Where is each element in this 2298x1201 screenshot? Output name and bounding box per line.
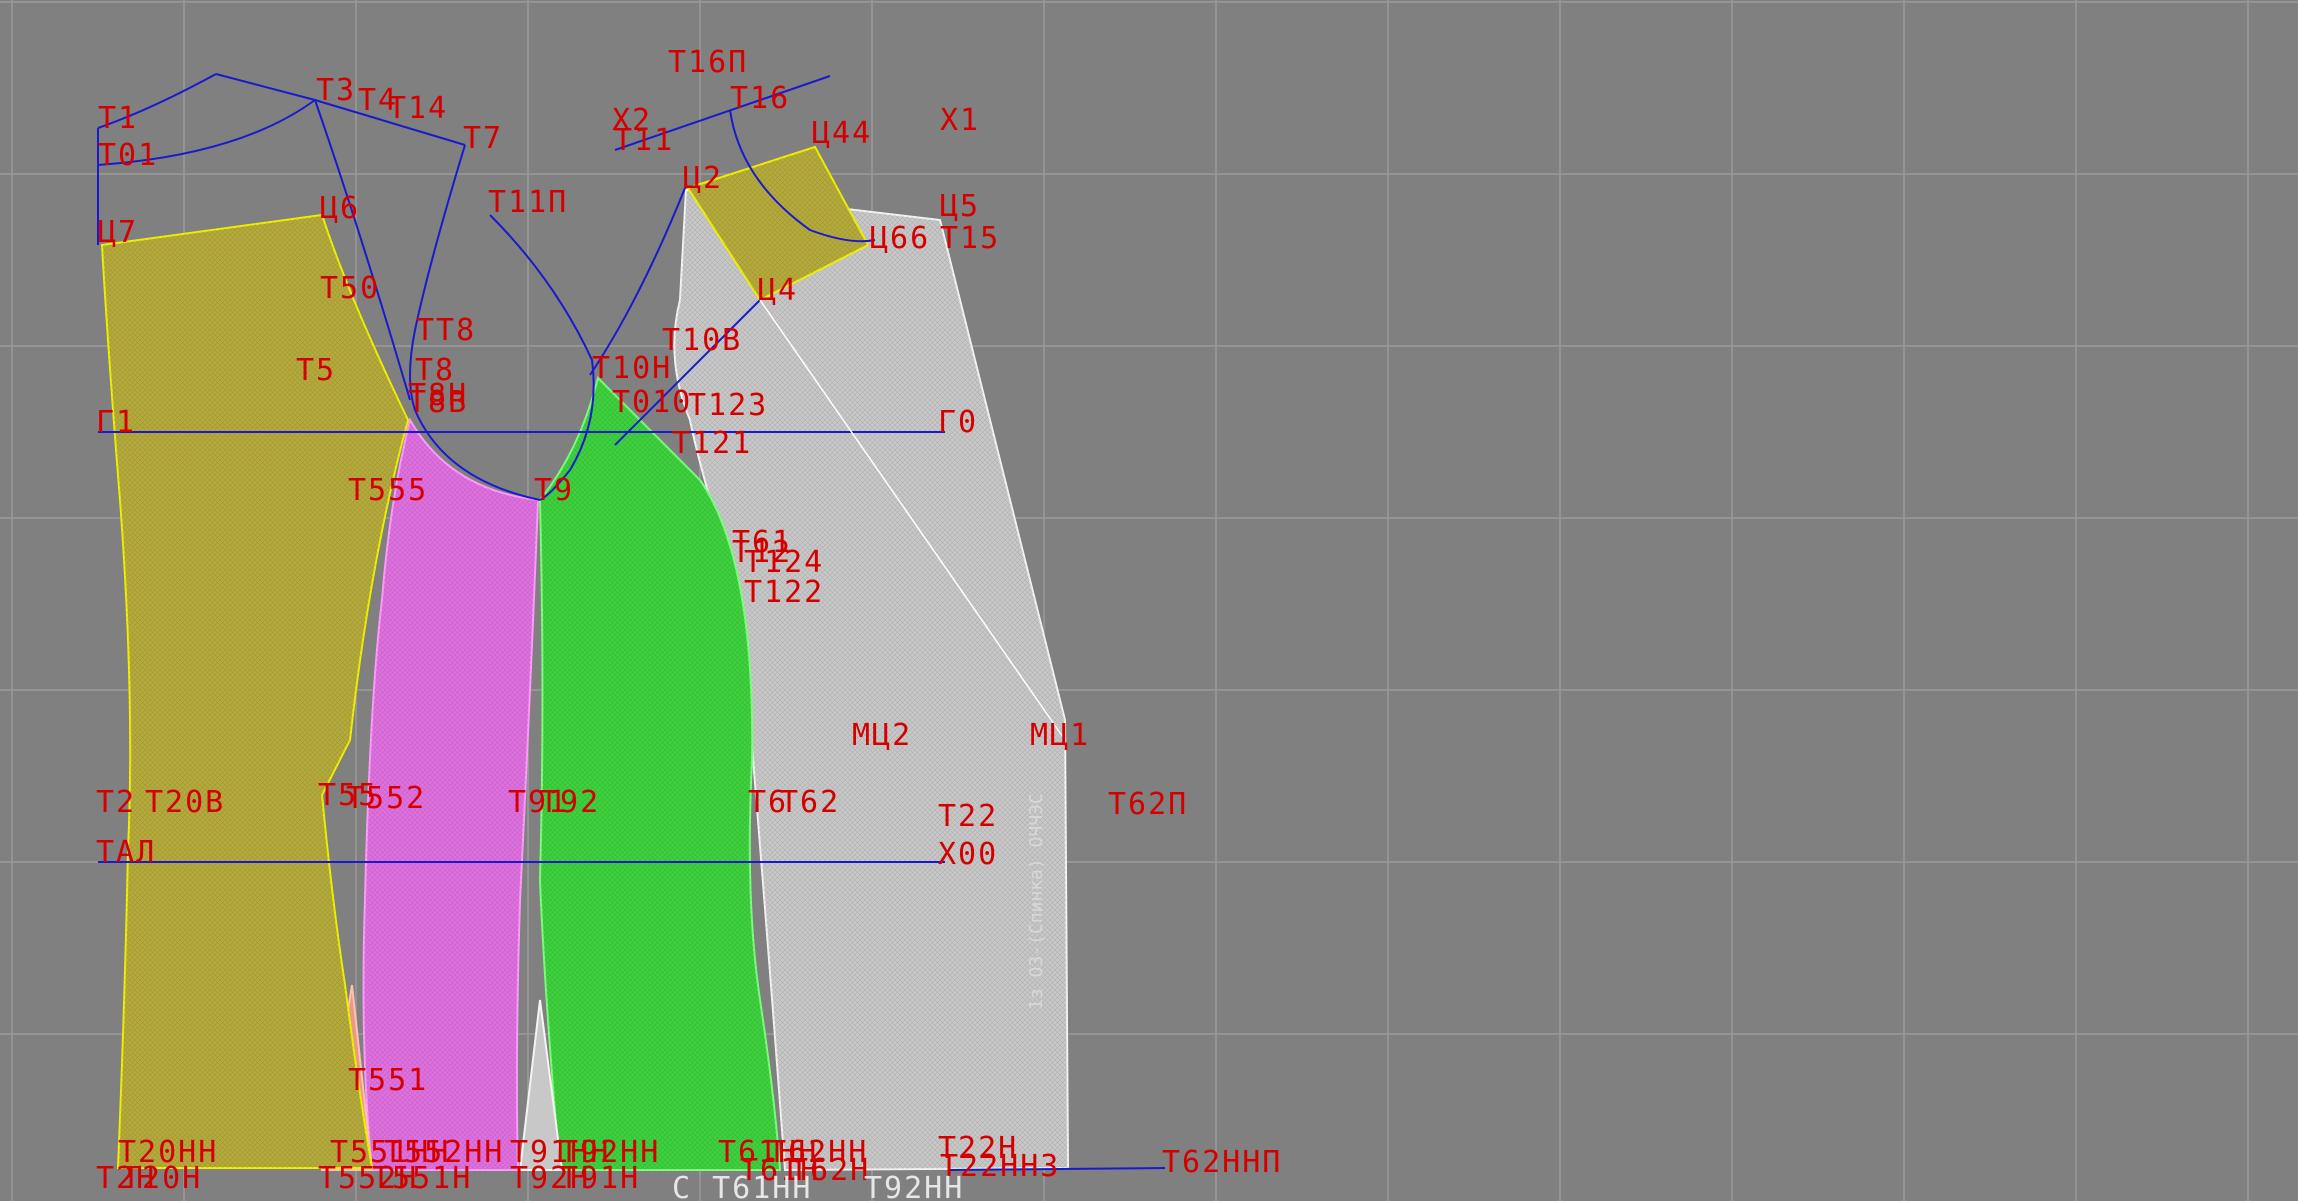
lbl-t22[interactable]: Т22 bbox=[938, 799, 998, 834]
lbl-t551n[interactable]: Т551Н bbox=[372, 1161, 472, 1196]
lbl-t9[interactable]: Т9 bbox=[534, 473, 574, 508]
lbl-t91n[interactable]: Т91Н bbox=[560, 1161, 640, 1196]
lbl-t10n[interactable]: Т10Н bbox=[592, 351, 672, 386]
lbl-t555[interactable]: Т555 bbox=[348, 473, 428, 508]
lbl-t552[interactable]: Т552 bbox=[346, 781, 426, 816]
lbl-t010[interactable]: Т010 bbox=[612, 385, 692, 420]
pattern-canvas[interactable]: 1з ОЗ-(Спинка) ОЧЧЭС Т1Т01Т3 Т4Т14Т7Ц7Ц6Т… bbox=[0, 0, 2298, 1201]
lbl-g1[interactable]: Г1 bbox=[96, 405, 136, 440]
lbl-t16p[interactable]: Т16П bbox=[668, 45, 748, 80]
lbl-t15[interactable]: Т15 bbox=[940, 221, 1000, 256]
vertical-annotation: 1з ОЗ-(Спинка) ОЧЧЭС bbox=[1026, 793, 1047, 1010]
lbl-tal[interactable]: ТАЛ bbox=[96, 835, 156, 870]
lbl-t92hh[interactable]: Т92НН bbox=[864, 1171, 964, 1201]
lbl-t7[interactable]: Т7 bbox=[463, 121, 503, 156]
lbl-ts5[interactable]: Ц5 bbox=[940, 189, 980, 224]
lbl-ts2[interactable]: Ц2 bbox=[683, 161, 723, 196]
lbl-t62[interactable]: Т62 bbox=[780, 785, 840, 820]
yellow-back-panel-mesh bbox=[102, 215, 408, 1168]
lbl-t11[interactable]: Т11 bbox=[614, 123, 674, 158]
lbl-t8v[interactable]: Т8В bbox=[408, 385, 468, 420]
lbl-t5[interactable]: Т5 bbox=[296, 353, 336, 388]
lbl-t92[interactable]: Т92 bbox=[540, 785, 600, 820]
lbl-g0[interactable]: Г0 bbox=[938, 405, 978, 440]
lbl-kh1[interactable]: Х1 bbox=[940, 103, 980, 138]
lbl-t01[interactable]: Т01 bbox=[98, 138, 158, 173]
lbl-ts44[interactable]: Ц44 bbox=[812, 116, 872, 151]
lbl-ts6[interactable]: Ц6 bbox=[320, 191, 360, 226]
lbl-t10v[interactable]: Т10В bbox=[662, 323, 742, 358]
lbl-t2[interactable]: Т2 bbox=[96, 785, 136, 820]
lbl-t50[interactable]: Т50 bbox=[320, 271, 380, 306]
lbl-t20n[interactable]: Т20Н bbox=[122, 1161, 202, 1196]
lbl-t20v[interactable]: Т20В bbox=[145, 785, 225, 820]
lbl-t121[interactable]: Т121 bbox=[672, 426, 752, 461]
lbl-mts2[interactable]: МЦ2 bbox=[852, 718, 912, 753]
lbl-t14[interactable]: Т14 bbox=[388, 91, 448, 126]
lbl-t16[interactable]: Т16 bbox=[730, 81, 790, 116]
lbl-ts4[interactable]: Ц4 bbox=[758, 273, 798, 308]
lbl-t3[interactable]: Т3 bbox=[316, 73, 356, 108]
lbl-t62nnp[interactable]: Т62ННП bbox=[1162, 1145, 1282, 1180]
lbl-t11p[interactable]: Т11П bbox=[488, 185, 568, 220]
lbl-t62p[interactable]: Т62П bbox=[1108, 787, 1188, 822]
lbl-tt8[interactable]: ТТ8 bbox=[416, 313, 476, 348]
lbl-t551[interactable]: Т551 bbox=[348, 1063, 428, 1098]
lbl-kh00[interactable]: Х00 bbox=[938, 837, 998, 872]
lbl-ts7[interactable]: Ц7 bbox=[98, 215, 138, 250]
lbl-ts66[interactable]: Ц66 bbox=[870, 221, 930, 256]
lbl-t1[interactable]: Т1 bbox=[98, 101, 138, 136]
lbl-s-t61hh[interactable]: С Т61НН bbox=[672, 1171, 812, 1201]
lbl-t123[interactable]: Т123 bbox=[688, 388, 768, 423]
lbl-mts1[interactable]: МЦ1 bbox=[1030, 718, 1090, 753]
lbl-t122[interactable]: Т122 bbox=[744, 575, 824, 610]
pattern-pieces bbox=[100, 145, 1070, 1172]
